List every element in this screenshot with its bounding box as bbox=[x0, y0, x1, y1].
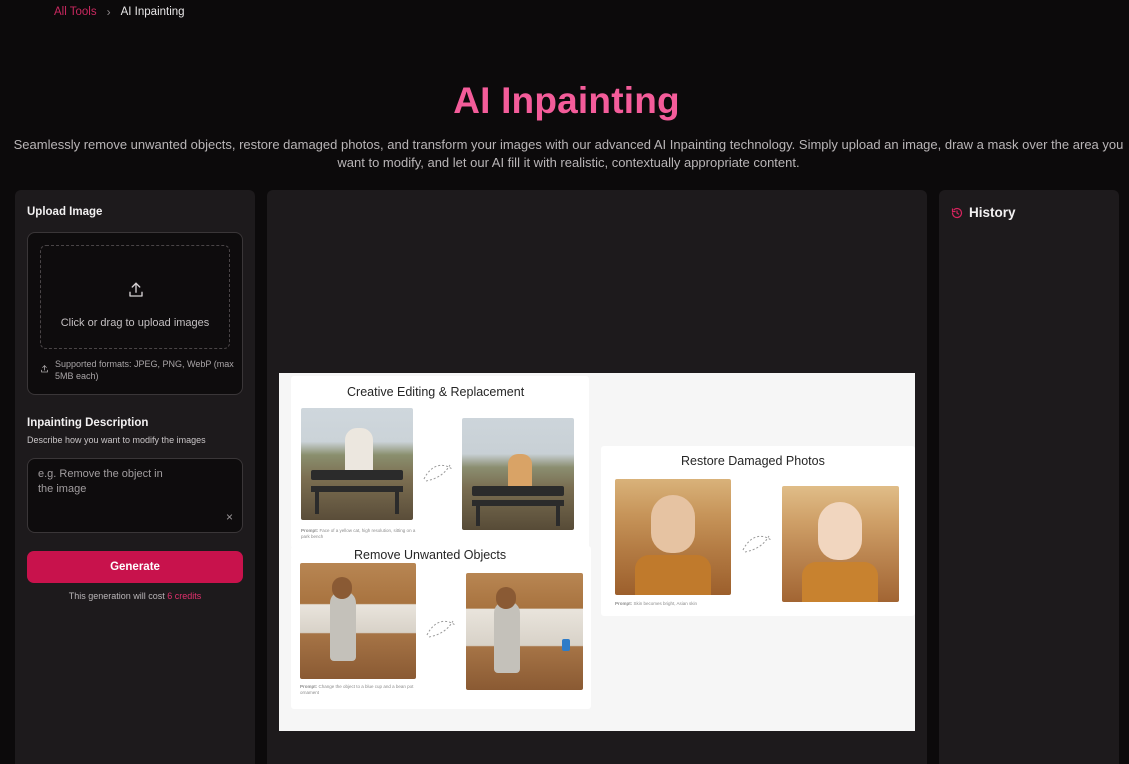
upload-area: Click or drag to upload images Supported… bbox=[27, 232, 243, 395]
description-textarea[interactable]: e.g. Remove the object in the image × bbox=[27, 458, 243, 533]
history-title: History bbox=[969, 205, 1016, 220]
cat-on-bench-photo bbox=[462, 418, 574, 530]
input-panel: Upload Image Click or drag to upload ima… bbox=[15, 190, 255, 764]
page-title: AI Inpainting bbox=[453, 80, 680, 121]
restored-portrait-photo bbox=[782, 486, 899, 602]
dog-on-bench-photo bbox=[301, 408, 413, 520]
cost-credits: 6 credits bbox=[167, 591, 202, 601]
upload-section-title: Upload Image bbox=[27, 206, 103, 218]
supported-formats: Supported formats: JPEG, PNG, WebP (max … bbox=[40, 358, 240, 382]
history-clock-icon bbox=[951, 207, 963, 218]
history-panel: History bbox=[939, 190, 1119, 764]
generation-cost: This generation will cost 6 credits bbox=[15, 591, 255, 601]
description-placeholder: e.g. Remove the object in the image bbox=[38, 468, 163, 495]
transform-arrow-icon bbox=[742, 535, 772, 553]
clear-icon[interactable]: × bbox=[226, 511, 233, 523]
creative-prompt-caption: Prompt: Face of a yellow cat, high resol… bbox=[301, 528, 416, 539]
upload-dropzone[interactable]: Click or drag to upload images bbox=[40, 245, 230, 349]
history-header: History bbox=[951, 205, 1016, 220]
description-hint: Describe how you want to modify the imag… bbox=[27, 435, 206, 445]
remove-objects-title: Remove Unwanted Objects bbox=[354, 548, 507, 562]
girl-with-blue-cup-photo bbox=[466, 573, 583, 690]
supported-formats-text: Supported formats: JPEG, PNG, WebP (max … bbox=[55, 359, 234, 381]
breadcrumb-all-tools-link[interactable]: All Tools bbox=[54, 6, 97, 18]
cost-text: This generation will cost bbox=[68, 591, 165, 601]
upload-icon bbox=[129, 282, 143, 297]
remove-prompt-caption: Prompt: Change the object to a blue cup … bbox=[300, 684, 414, 695]
transform-arrow-icon bbox=[426, 620, 456, 638]
chevron-right-icon: › bbox=[106, 5, 111, 19]
preview-panel: Creative Editing & Replacement Prompt: F… bbox=[267, 190, 927, 764]
breadcrumb: All Tools › AI Inpainting bbox=[54, 5, 185, 19]
girl-in-kitchen-photo bbox=[300, 563, 416, 679]
restore-photos-title: Restore Damaged Photos bbox=[681, 454, 825, 468]
description-section-title: Inpainting Description bbox=[27, 417, 149, 429]
upload-prompt-text: Click or drag to upload images bbox=[60, 317, 210, 329]
generate-button[interactable]: Generate bbox=[27, 551, 243, 583]
transform-arrow-icon bbox=[423, 464, 453, 482]
page-subtitle: Seamlessly remove unwanted objects, rest… bbox=[13, 137, 1124, 170]
breadcrumb-current: AI Inpainting bbox=[120, 6, 185, 18]
upload-small-icon bbox=[41, 365, 48, 373]
creative-editing-title: Creative Editing & Replacement bbox=[347, 385, 525, 399]
damaged-portrait-photo bbox=[615, 479, 731, 595]
example-preview-image: Creative Editing & Replacement Prompt: F… bbox=[279, 373, 915, 731]
restore-prompt-caption: Prompt: Skin becomes bright, Asian skin bbox=[615, 601, 698, 606]
